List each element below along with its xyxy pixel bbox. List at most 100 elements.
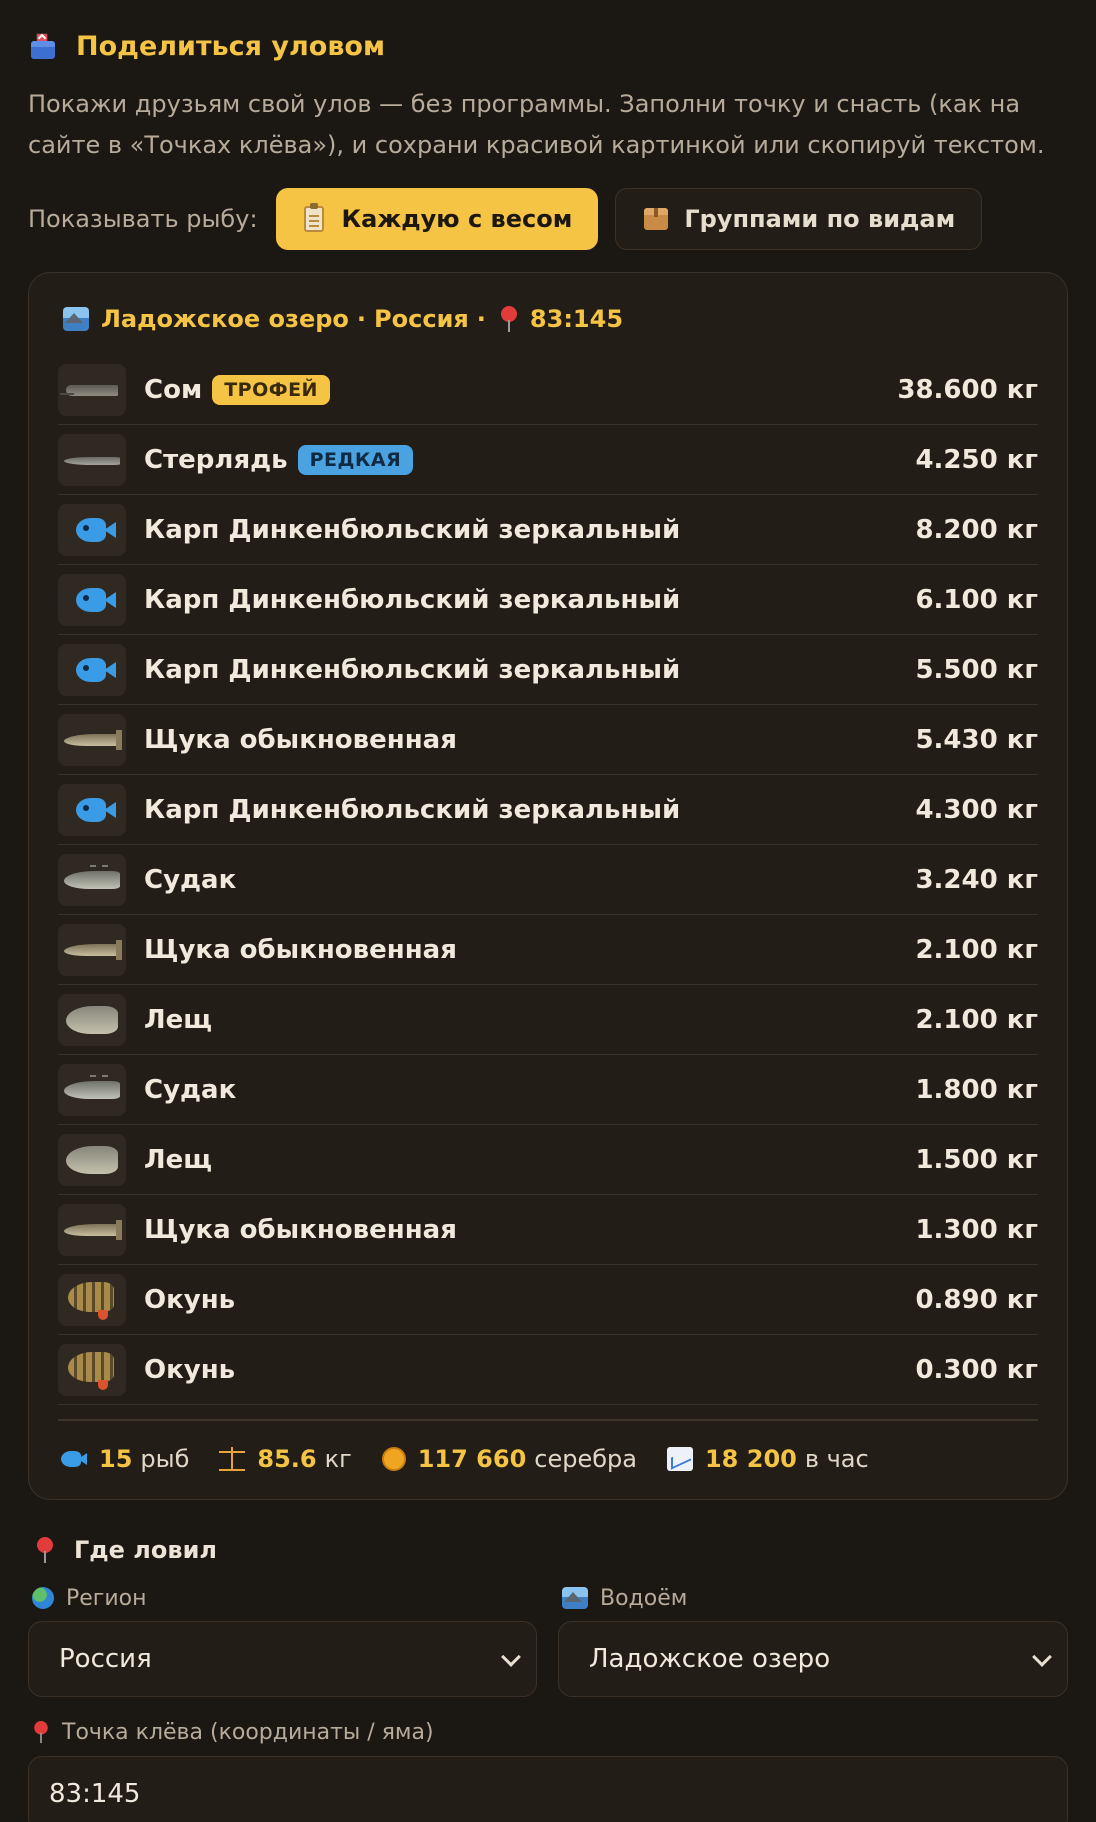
map-pin-icon <box>36 1537 54 1563</box>
region-label-text: Регион <box>66 1585 147 1611</box>
spot-input[interactable]: 83:145 <box>28 1756 1068 1822</box>
fish-name: Лещ <box>144 1004 212 1035</box>
fish-name: Щука обыкновенная <box>144 724 457 755</box>
fish-name: Карп Динкенбюльский зеркальный <box>144 584 681 615</box>
chart-increasing-icon <box>666 1447 693 1471</box>
stat-weight: 85.6 кг <box>219 1445 352 1473</box>
water-label: Водоём <box>558 1582 687 1614</box>
perch-image <box>58 1273 126 1326</box>
coin-icon <box>381 1447 406 1471</box>
fish-weight: 1.500 кг <box>915 1145 1038 1175</box>
stat-silver: 117 660 серебра <box>381 1445 637 1473</box>
fish-name: Щука обыкновенная <box>144 934 457 965</box>
map-pin-icon <box>500 306 518 332</box>
fish-weight: 4.250 кг <box>915 445 1038 475</box>
stat-weight-unit: кг <box>324 1445 352 1473</box>
stat-weight-value: 85.6 <box>257 1445 317 1473</box>
page-title: Поделиться уловом <box>76 30 386 62</box>
trophy-badge: ТРОФЕЙ <box>212 374 330 405</box>
fish-row: Щука обыкновенная 5.430 кг <box>58 705 1038 775</box>
location-water: Ладожское озеро <box>101 305 349 333</box>
fish-weight: 8.200 кг <box>915 515 1038 545</box>
catfish-image <box>58 363 126 416</box>
fish-row: Щука обыкновенная 2.100 кг <box>58 915 1038 985</box>
fish-weight: 1.800 кг <box>915 1075 1038 1105</box>
fish-row: Стерлядь РЕДКАЯ 4.250 кг <box>58 425 1038 495</box>
stat-count-value: 15 <box>99 1445 133 1473</box>
fish-row: Окунь 0.300 кг <box>58 1335 1038 1405</box>
where-caught-heading: Где ловил <box>28 1532 217 1568</box>
fish-name: Щука обыкновенная <box>144 1214 457 1245</box>
spot-label: Точка клёва (координаты / яма) <box>28 1716 434 1748</box>
fish-row: Карп Динкенбюльский зеркальный 6.100 кг <box>58 565 1038 635</box>
fish-name: Судак <box>144 1074 237 1105</box>
fish-row: Судак 3.240 кг <box>58 845 1038 915</box>
region-label: Регион <box>28 1582 147 1614</box>
fish-icon <box>58 783 126 836</box>
chevron-down-icon <box>1032 1647 1052 1667</box>
pike-image <box>58 923 126 976</box>
sterlet-image <box>58 433 126 486</box>
group-by-species-button[interactable]: Группами по видам <box>615 188 983 250</box>
fish-weight: 0.890 кг <box>915 1285 1038 1315</box>
region-select[interactable]: Россия <box>28 1621 537 1697</box>
fish-name: Карп Динкенбюльский зеркальный <box>144 794 681 825</box>
stat-silver-unit: серебра <box>534 1445 637 1473</box>
water-select[interactable]: Ладожское озеро <box>558 1621 1068 1697</box>
fish-row: Карп Динкенбюльский зеркальный 5.500 кг <box>58 635 1038 705</box>
spot-input-value: 83:145 <box>49 1779 141 1809</box>
bream-image <box>58 1133 126 1186</box>
package-icon <box>644 208 669 230</box>
fish-name: Окунь <box>144 1354 236 1385</box>
perch-image <box>58 1343 126 1396</box>
fish-row: Судак 1.800 кг <box>58 1055 1038 1125</box>
fish-row: Карп Динкенбюльский зеркальный 8.200 кг <box>58 495 1038 565</box>
region-select-value: Россия <box>59 1644 152 1674</box>
zander-image <box>58 853 126 906</box>
fish-list: Сом ТРОФЕЙ 38.600 кг Стерлядь РЕДКАЯ 4.250… <box>58 355 1038 1405</box>
fish-name: Сом <box>144 374 203 405</box>
display-mode-toggle: Показывать рыбу: Каждую с весом Группами… <box>28 188 983 250</box>
header: Поделиться уловом <box>28 28 385 64</box>
stat-rate-unit: в час <box>804 1445 869 1473</box>
fish-row: Щука обыкновенная 1.300 кг <box>58 1195 1038 1265</box>
stat-silver-value: 117 660 <box>417 1445 527 1473</box>
fish-name: Стерлядь <box>144 444 288 475</box>
rare-badge: РЕДКАЯ <box>297 444 414 475</box>
fish-row: Лещ 1.500 кг <box>58 1125 1038 1195</box>
stat-count: 15 рыб <box>61 1445 189 1473</box>
toggle-label: Показывать рыбу: <box>28 205 258 233</box>
stat-rate: 18 200 в час <box>666 1445 869 1473</box>
each-with-weight-button[interactable]: Каждую с весом <box>275 188 599 250</box>
water-label-text: Водоём <box>600 1585 688 1611</box>
bream-image <box>58 993 126 1046</box>
fish-name: Окунь <box>144 1284 236 1315</box>
pike-image <box>58 713 126 766</box>
fish-icon <box>58 503 126 556</box>
globe-icon <box>32 1587 54 1609</box>
spot-label-text: Точка клёва (координаты / яма) <box>62 1719 434 1745</box>
fish-weight: 0.300 кг <box>915 1355 1038 1385</box>
fish-name: Карп Динкенбюльский зеркальный <box>144 514 681 545</box>
fish-row: Сом ТРОФЕЙ 38.600 кг <box>58 355 1038 425</box>
where-caught-title: Где ловил <box>74 1536 217 1564</box>
fish-weight: 38.600 кг <box>897 375 1038 405</box>
location-region: Россия <box>374 305 469 333</box>
fish-weight: 1.300 кг <box>915 1215 1038 1245</box>
fish-weight: 4.300 кг <box>915 795 1038 825</box>
location-separator: · <box>476 305 486 333</box>
fish-weight: 6.100 кг <box>915 585 1038 615</box>
fish-weight: 3.240 кг <box>915 865 1038 895</box>
stat-rate-value: 18 200 <box>704 1445 797 1473</box>
fish-weight: 5.430 кг <box>915 725 1038 755</box>
fish-name: Лещ <box>144 1144 212 1175</box>
chevron-down-icon <box>501 1647 521 1667</box>
balance-scale-icon <box>219 1447 246 1471</box>
fish-weight: 2.100 кг <box>915 1005 1038 1035</box>
outbox-tray-icon <box>28 31 58 61</box>
lake-picture-icon <box>63 307 89 331</box>
location-line: Ладожское озеро · Россия · 83:145 <box>63 299 623 339</box>
zander-image <box>58 1063 126 1116</box>
fish-icon <box>61 1449 87 1469</box>
fish-name: Карп Динкенбюльский зеркальный <box>144 654 681 685</box>
